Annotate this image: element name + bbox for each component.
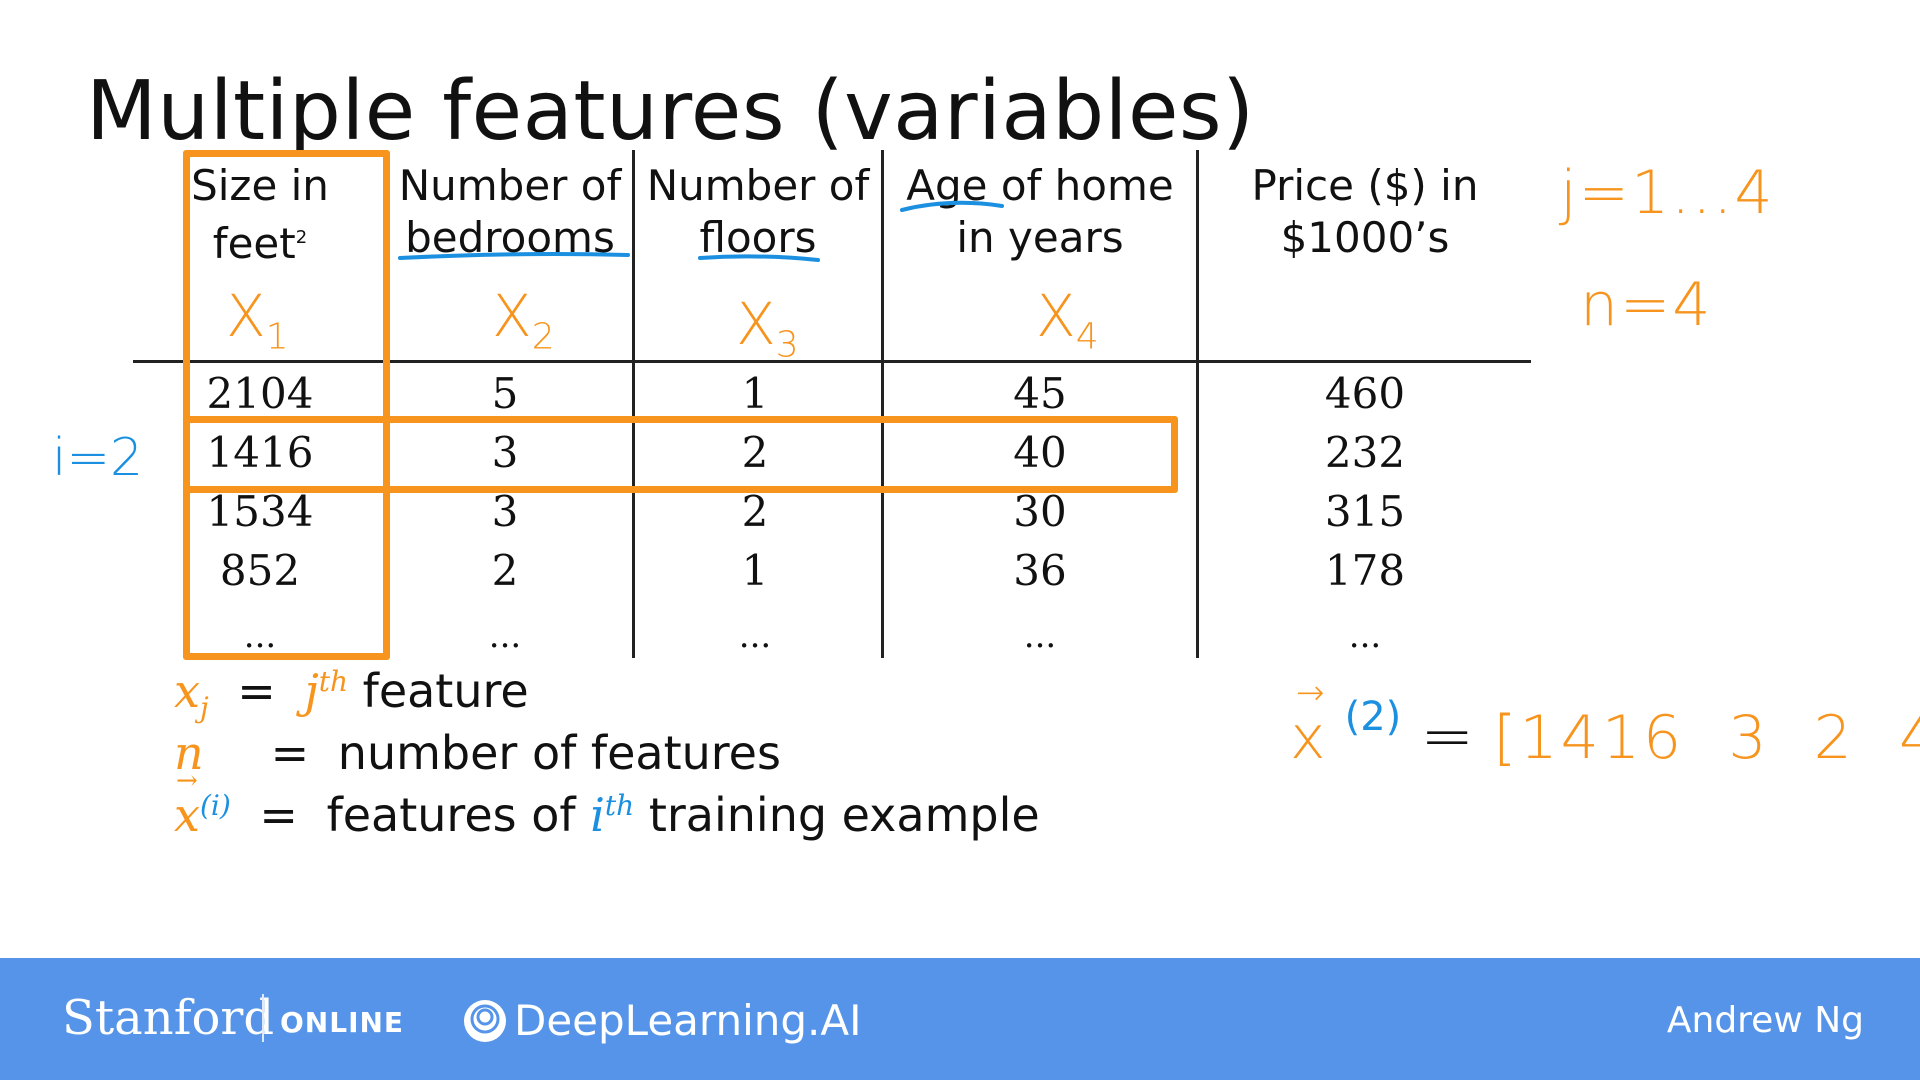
- logo-divider: [262, 994, 264, 1042]
- training-example-highlight: [183, 416, 1178, 493]
- table-cell: 315: [1324, 487, 1406, 536]
- x2-superscript: (2): [1344, 693, 1402, 740]
- table-cell: ...: [488, 616, 522, 656]
- feature-column-highlight: [183, 150, 390, 660]
- vector-arrow-icon: →: [1296, 673, 1325, 713]
- table-cell: 460: [1324, 369, 1406, 418]
- deeplearning-logo-icon: [464, 1000, 506, 1042]
- legend-n: n = number of features: [174, 726, 781, 780]
- header-bedrooms: Number of bedrooms: [398, 161, 622, 262]
- x2-symbol: → x: [1290, 673, 1326, 773]
- deeplearning-logo: DeepLearning.AI: [514, 996, 862, 1045]
- j-range-note: j=1...4: [1560, 158, 1775, 228]
- table-cell: 232: [1324, 428, 1406, 477]
- header-age: Age of home in years: [906, 161, 1174, 262]
- vector-arrow-icon: →: [176, 766, 198, 796]
- x2-equals: =: [1420, 700, 1474, 774]
- legend-training-example: → x (i) = features of ith training exampl…: [174, 766, 1040, 842]
- table-cell: 5: [491, 369, 519, 418]
- table-cell: ...: [1348, 616, 1382, 656]
- legend-feature: xj = jth feature: [174, 664, 529, 725]
- slide-title: Multiple features (variables): [86, 64, 1255, 159]
- online-label: ONLINE: [280, 1006, 405, 1039]
- table-cell: ...: [738, 616, 772, 656]
- footer-banner: Stanford ONLINE DeepLearning.AI Andrew N…: [0, 958, 1920, 1080]
- header-floors: Number of floors: [646, 161, 870, 262]
- table-cell: 178: [1324, 546, 1406, 595]
- table-cell: 36: [1013, 546, 1067, 595]
- n-value-note: n=4: [1580, 270, 1713, 340]
- var-x2: X2: [492, 282, 555, 358]
- table-cell: ...: [1023, 616, 1057, 656]
- table-cell: 45: [1013, 369, 1067, 418]
- header-price: Price ($) in $1000’s: [1251, 161, 1479, 262]
- author-name: Andrew Ng: [1666, 1000, 1864, 1041]
- x2-vector-note: →x (2) = [1416 3 2 40]: [1290, 673, 1920, 774]
- column-divider-3: [881, 150, 884, 658]
- table-cell: 1: [741, 369, 769, 418]
- column-divider-2: [632, 150, 635, 658]
- var-x4: X4: [1036, 282, 1099, 358]
- var-x3: X3: [736, 290, 799, 366]
- column-divider-4: [1196, 150, 1199, 658]
- table-cell: 1: [741, 546, 769, 595]
- table-cell: 2: [491, 546, 519, 595]
- i-value-note: i=2: [52, 428, 144, 488]
- x2-vector-values: [1416 3 2 40]: [1493, 703, 1920, 773]
- stanford-logo: Stanford: [62, 990, 275, 1046]
